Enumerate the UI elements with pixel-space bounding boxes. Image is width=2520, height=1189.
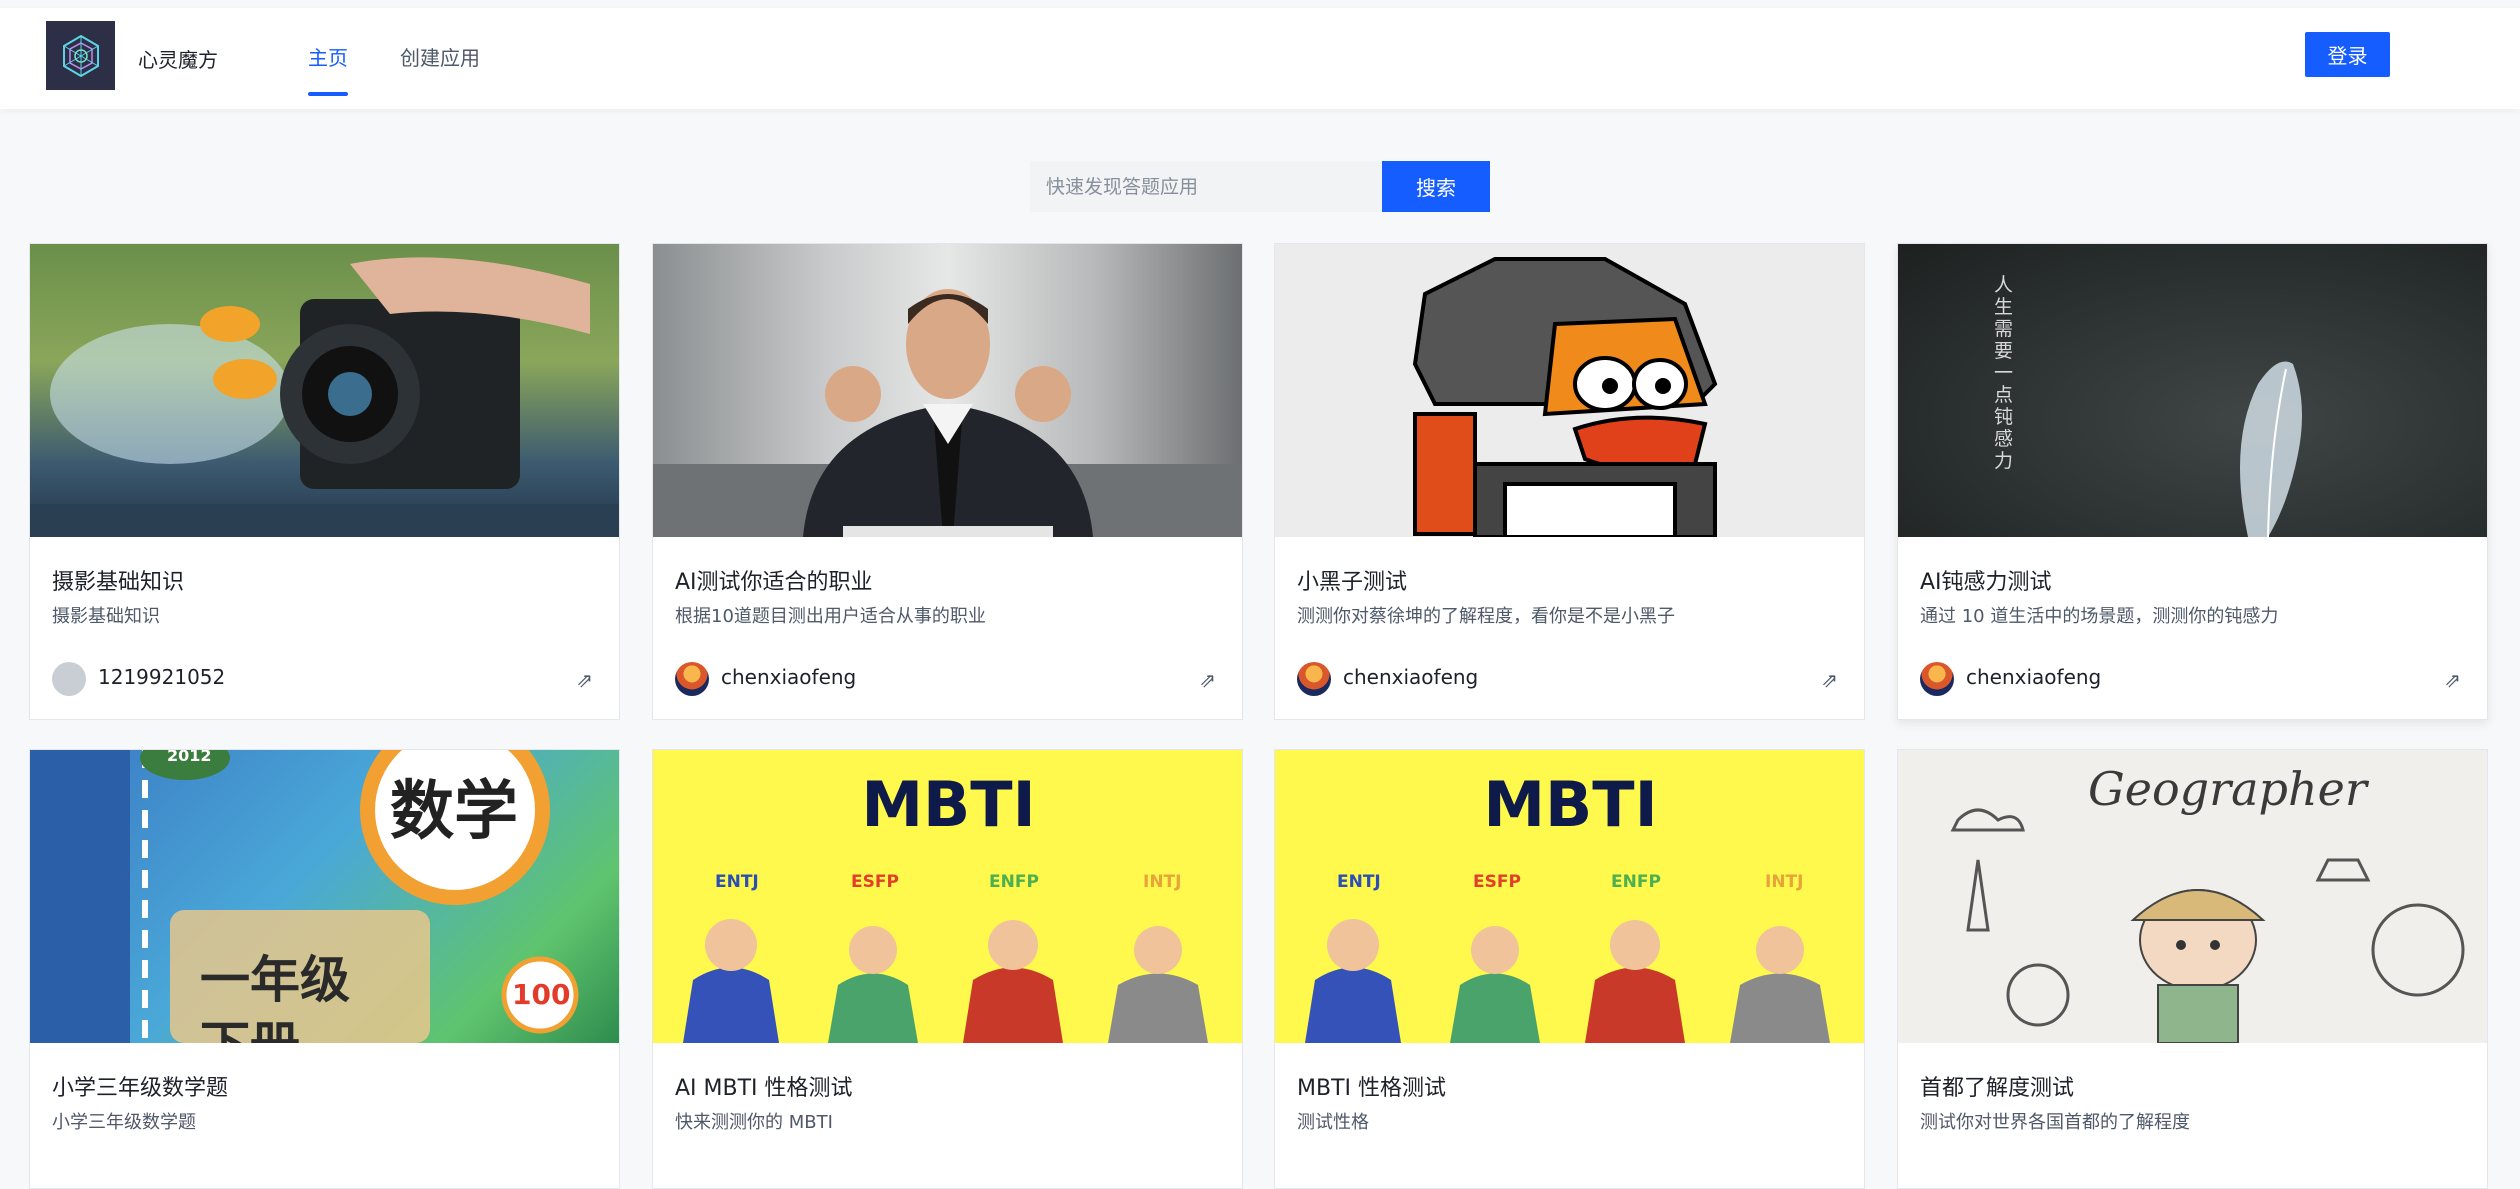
card-title: 首都了解度测试: [1920, 1076, 2075, 1101]
book-year: 2012: [167, 750, 212, 765]
top-navbar: 心灵魔方 主页 创建应用 登录: [0, 8, 2520, 109]
nav-active-indicator: [308, 92, 348, 96]
app-card[interactable]: AI测试你适合的职业 根据10道题目测出用户适合从事的职业 chenxiaofe…: [652, 243, 1243, 720]
app-card[interactable]: Geographer 首都了解度测试 测试你对世界各国首都的了解程度: [1897, 749, 2488, 1189]
card-description: 测试你对世界各国首都的了解程度: [1920, 1112, 2190, 1133]
app-card[interactable]: MBTI ENTJ ESFP ENFP INTJ AI MBTI 性格测试 快来…: [652, 749, 1243, 1189]
card-description: 快来测测你的 MBTI: [675, 1112, 833, 1133]
card-author: chenxiaofeng: [721, 665, 857, 689]
book-score: 100: [512, 978, 571, 1011]
card-title: MBTI 性格测试: [1297, 1076, 1446, 1101]
card-image-pixel-art: [1275, 244, 1864, 537]
book-volume: 下册: [200, 1005, 300, 1043]
avatar: [1920, 662, 1954, 696]
card-description: 测试性格: [1297, 1112, 1369, 1133]
card-image-businessman: [653, 244, 1242, 537]
card-image-mbti: MBTI ENTJ ESFP ENFP INTJ: [653, 750, 1242, 1043]
card-image-mbti: MBTI ENTJ ESFP ENFP INTJ: [1275, 750, 1864, 1043]
nav-create-app[interactable]: 创建应用: [400, 42, 480, 71]
card-description: 小学三年级数学题: [52, 1112, 196, 1133]
card-description: 根据10道题目测出用户适合从事的职业: [675, 606, 986, 627]
card-image-geographer: Geographer: [1898, 750, 2487, 1043]
avatar: [1297, 662, 1331, 696]
app-card[interactable]: 小黑子测试 测测你对蔡徐坤的了解程度，看你是不是小黑子 chenxiaofeng…: [1274, 243, 1865, 720]
login-button[interactable]: 登录: [2305, 32, 2390, 77]
card-title: 小黑子测试: [1297, 570, 1408, 595]
card-image-math-book: 2012 数学 一年级 下册 100: [30, 750, 619, 1043]
card-title: AI测试你适合的职业: [675, 570, 873, 595]
card-description: 摄影基础知识: [52, 606, 160, 627]
brand-name: 心灵魔方: [138, 48, 218, 72]
search-button[interactable]: 搜索: [1382, 161, 1490, 212]
card-title: 小学三年级数学题: [52, 1076, 229, 1101]
card-title: AI MBTI 性格测试: [675, 1076, 853, 1101]
search-input[interactable]: [1030, 161, 1382, 212]
book-subject: 数学: [390, 774, 518, 849]
app-card[interactable]: 摄影基础知识 摄影基础知识 1219921052 ⇗: [29, 243, 620, 720]
card-title: 摄影基础知识: [52, 570, 185, 595]
card-image-feather: 人生需要一点钝感力: [1898, 244, 2487, 537]
logo-icon: [62, 34, 99, 77]
nav-home[interactable]: 主页: [308, 42, 348, 71]
share-icon[interactable]: ⇗: [1199, 668, 1216, 692]
avatar: [675, 662, 709, 696]
card-author: 1219921052: [98, 665, 226, 689]
card-description: 通过 10 道生活中的场景题，测测你的钝感力: [1920, 606, 2279, 627]
share-icon[interactable]: ⇗: [576, 668, 593, 692]
app-card[interactable]: MBTI ENTJ ESFP ENFP INTJ MBTI 性格测试 测试性格: [1274, 749, 1865, 1189]
share-icon[interactable]: ⇗: [1821, 668, 1838, 692]
share-icon[interactable]: ⇗: [2444, 668, 2461, 692]
avatar: [52, 662, 86, 696]
app-logo[interactable]: [46, 21, 115, 90]
card-author: chenxiaofeng: [1966, 665, 2102, 689]
card-title: AI钝感力测试: [1920, 570, 2052, 595]
app-card[interactable]: 2012 数学 一年级 下册 100 小学三年级数学题 小学三年级数学题: [29, 749, 620, 1189]
card-image-camera: [30, 244, 619, 537]
card-description: 测测你对蔡徐坤的了解程度，看你是不是小黑子: [1297, 606, 1675, 627]
app-card[interactable]: 人生需要一点钝感力 AI钝感力测试 通过 10 道生活中的场景题，测测你的钝感力…: [1897, 243, 2488, 720]
book-grade: 一年级: [200, 950, 350, 1009]
card-author: chenxiaofeng: [1343, 665, 1479, 689]
